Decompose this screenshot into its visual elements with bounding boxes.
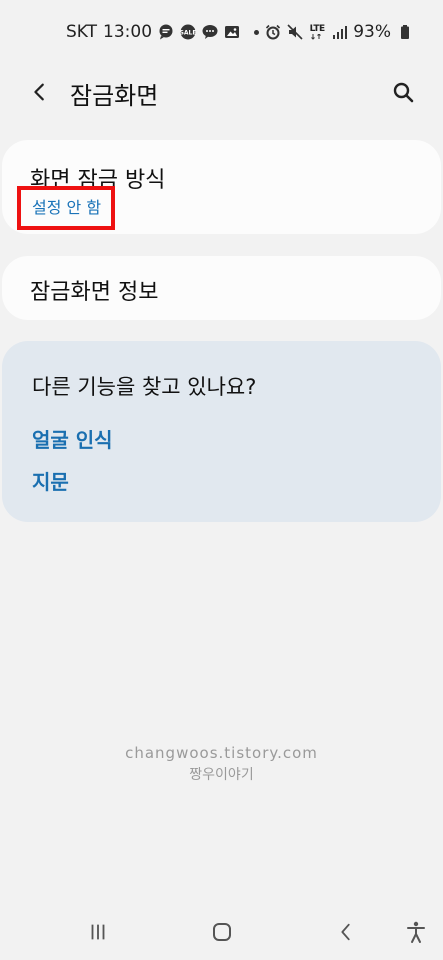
more-notifications-dot (254, 29, 260, 35)
nav-back-button[interactable] (328, 914, 364, 950)
page-title: 잠금화면 (70, 82, 159, 110)
face-recognition-link[interactable]: 얼굴 인식 (32, 424, 113, 453)
recent-apps-icon (91, 924, 105, 940)
suggestions-title: 다른 기능을 찾고 있나요? (32, 375, 257, 399)
chevron-left-icon (34, 83, 44, 101)
signal-icon (331, 24, 348, 40)
chat-bubble-icon (158, 24, 174, 40)
accessibility-button[interactable] (398, 914, 434, 950)
status-bar: SKT 13:00 SALE LTE 93% (0, 0, 443, 66)
accessibility-icon (407, 921, 425, 943)
status-right: LTE 93% (265, 22, 413, 42)
lock-screen-info-title: 잠금화면 정보 (30, 280, 159, 305)
image-icon (224, 24, 240, 40)
home-button[interactable] (204, 914, 240, 950)
mute-icon (287, 24, 303, 40)
fingerprint-link[interactable]: 지문 (32, 466, 69, 495)
battery-icon (397, 24, 413, 40)
watermark-name: 짱우이야기 (189, 767, 254, 783)
suggestions-card: 다른 기능을 찾고 있나요? 얼굴 인식 지문 (2, 341, 441, 522)
back-icon (341, 923, 350, 941)
navigation-bar (0, 900, 443, 960)
back-button[interactable] (22, 74, 58, 110)
alarm-icon (265, 24, 281, 40)
lte-icon: LTE (309, 24, 325, 40)
app-bar: 잠금화면 (0, 66, 443, 118)
highlight-annotation (17, 186, 115, 230)
recent-apps-button[interactable] (80, 914, 116, 950)
status-left: SKT 13:00 SALE (66, 22, 260, 42)
lock-screen-info-item[interactable]: 잠금화면 정보 (2, 256, 441, 320)
carrier: SKT (66, 22, 98, 42)
home-icon (213, 923, 231, 941)
sale-icon: SALE (180, 24, 196, 40)
search-icon (393, 82, 414, 103)
watermark-url: changwoos.tistory.com (125, 744, 318, 762)
svg-text:SALE: SALE (180, 30, 196, 37)
battery-percent: 93% (353, 22, 391, 42)
search-button[interactable] (385, 74, 421, 110)
message-icon (202, 24, 218, 40)
clock: 13:00 (103, 22, 153, 42)
